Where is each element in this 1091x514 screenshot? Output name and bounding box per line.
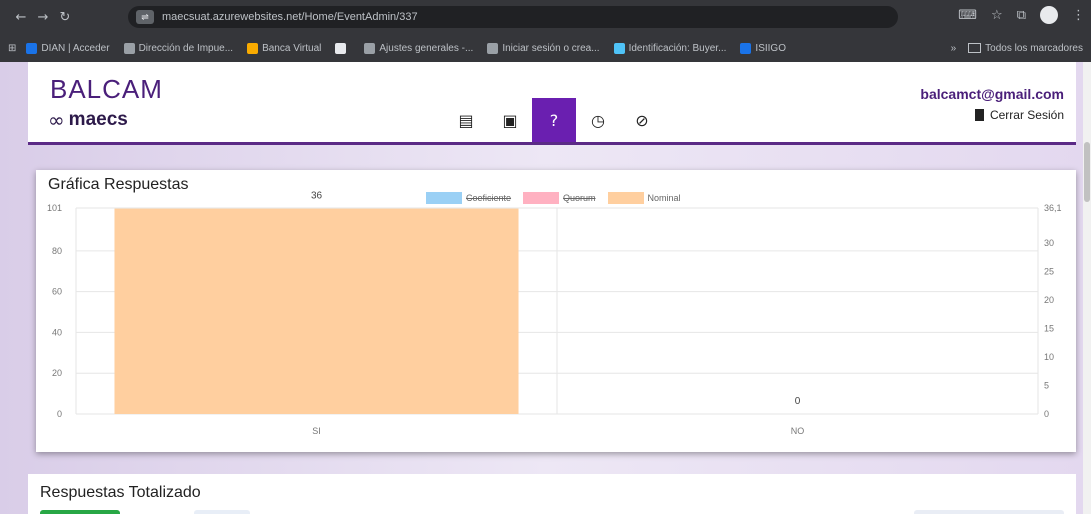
extensions-icon[interactable]: ⧉ (1017, 8, 1026, 23)
all-bookmarks[interactable]: Todos los marcadores (968, 43, 1083, 54)
badge-icon: ▣ (502, 110, 518, 130)
bookmark-favicon-icon (740, 42, 752, 54)
bookmark-item[interactable]: Iniciar sesión o crea... (487, 42, 600, 54)
y-left-tick-label: 101 (47, 203, 62, 213)
app-header: BALCAM ∞ maecs ▤ ▣? ◷ ⊘ balcamct@gmail.com … (28, 62, 1076, 145)
back-icon[interactable]: ← (10, 6, 32, 28)
y-right-tick-label: 15 (1044, 323, 1054, 333)
y-left-tick-label: 0 (57, 409, 62, 419)
nav-badge-icon[interactable]: ▣ (488, 98, 532, 142)
forward-icon[interactable]: → (32, 6, 54, 28)
data-label: 36 (311, 191, 323, 202)
export-button[interactable] (40, 510, 120, 514)
totals-card: Respuestas Totalizado (28, 474, 1076, 514)
door-icon (974, 109, 984, 121)
user-email: balcamct@gmail.com (920, 86, 1064, 102)
bookmarks-overflow[interactable]: » (951, 43, 957, 54)
bookmark-label: Ajustes generales -... (379, 42, 474, 54)
logout-link[interactable]: Cerrar Sesión (974, 108, 1064, 122)
bookmark-label: ISIIGO (755, 42, 786, 54)
y-right-tick-label: 0 (1044, 409, 1049, 419)
browser-actions: ⌨ ☆ ⧉ ⋮ (958, 6, 1085, 24)
question-icon: ? (549, 110, 559, 130)
bookmark-favicon-icon (26, 42, 38, 54)
y-right-tick-label: 10 (1044, 352, 1054, 362)
bookmark-item[interactable]: Identificación: Buyer... (613, 42, 727, 54)
scrollbar-thumb[interactable] (1084, 142, 1090, 202)
bookmark-favicon-icon (335, 42, 347, 54)
y-right-tick-label: 5 (1044, 380, 1049, 390)
reload-icon[interactable]: ↻ (54, 6, 76, 28)
menu-icon[interactable]: ⋮ (1072, 8, 1085, 23)
nav-calendar-icon[interactable]: ▤ (444, 98, 488, 142)
translate-icon[interactable]: ⌨ (958, 8, 977, 23)
logo-maecs-text: maecs (68, 109, 128, 130)
bookmark-label: DIAN | Acceder (41, 42, 110, 54)
bookmark-star-icon[interactable]: ☆ (991, 8, 1003, 23)
bookmark-item[interactable]: ISIIGO (740, 42, 786, 54)
x-tick-label: NO (791, 426, 805, 436)
totals-card-title: Respuestas Totalizado (40, 484, 201, 501)
site-info-icon[interactable]: ⇌ (136, 10, 154, 24)
folder-icon (968, 43, 982, 53)
nav-question-icon[interactable]: ? (532, 98, 576, 142)
main-nav: ▤ ▣? ◷ ⊘ (444, 98, 664, 142)
address-bar[interactable]: ⇌ maecsuat.azurewebsites.net/Home/EventA… (128, 6, 898, 28)
y-left-tick-label: 40 (52, 327, 62, 337)
y-right-tick-label: 20 (1044, 295, 1054, 305)
logo-maecs: ∞ maecs (48, 108, 128, 132)
bookmark-favicon-icon (364, 42, 376, 54)
bookmark-favicon-icon (123, 42, 135, 54)
bookmark-favicon-icon (487, 42, 499, 54)
y-left-tick-label: 60 (52, 287, 62, 297)
nav-cancel-icon[interactable]: ⊘ (620, 98, 664, 142)
cancel-icon: ⊘ (635, 110, 649, 130)
bookmarks-bar: ⊞ DIAN | Acceder Dirección de Impue... Ban… (0, 34, 1091, 62)
search-input[interactable] (914, 510, 1064, 514)
page-scrollbar[interactable] (1083, 62, 1091, 514)
bookmark-favicon-icon (613, 42, 625, 54)
y-right-tick-label: 30 (1044, 238, 1054, 248)
infinity-logo-icon: ∞ (48, 108, 65, 132)
x-tick-label: SI (312, 426, 321, 436)
chart-card: Gráfica Respuestas Coeficiente Quorum Nomi… (36, 170, 1076, 452)
profile-avatar[interactable] (1040, 6, 1058, 24)
bookmark-item[interactable]: Banca Virtual (247, 42, 322, 54)
bar-chart: 0 20 40 60 80 101 0 5 10 15 20 25 30 36,1 36 0 SI NO (47, 191, 1062, 436)
app-page: BALCAM ∞ maecs ▤ ▣? ◷ ⊘ balcamct@gmail.com … (0, 62, 1091, 514)
bookmark-item[interactable]: Ajustes generales -... (364, 42, 474, 54)
nav-timer-icon[interactable]: ◷ (576, 98, 620, 142)
y-right-tick-label: 25 (1044, 266, 1054, 276)
bookmark-label: Dirección de Impue... (138, 42, 234, 54)
y-left-tick-label: 80 (52, 246, 62, 256)
bookmark-item[interactable]: DIAN | Acceder (26, 42, 110, 54)
y-left-tick-label: 20 (52, 368, 62, 378)
all-bookmarks-label: Todos los marcadores (985, 42, 1083, 54)
filter-chip[interactable] (194, 510, 250, 514)
address-url: maecsuat.azurewebsites.net/Home/EventAdm… (162, 11, 418, 23)
calendar-icon: ▤ (458, 110, 474, 130)
y-right-tick-label: 36,1 (1044, 203, 1062, 213)
bookmark-label: Identificación: Buyer... (628, 42, 727, 54)
bookmark-label: Iniciar sesión o crea... (502, 42, 600, 54)
apps-grid-icon[interactable]: ⊞ (8, 43, 16, 54)
logout-label: Cerrar Sesión (989, 108, 1064, 122)
bookmark-item[interactable] (335, 42, 350, 54)
timer-icon: ◷ (591, 110, 605, 130)
data-label: 0 (795, 396, 801, 407)
logo-balcam: BALCAM (50, 74, 163, 104)
bookmark-label: Banca Virtual (262, 42, 322, 54)
bookmark-item[interactable]: Dirección de Impue... (123, 42, 234, 54)
bookmark-favicon-icon (247, 42, 259, 54)
bar-SI (114, 208, 519, 414)
